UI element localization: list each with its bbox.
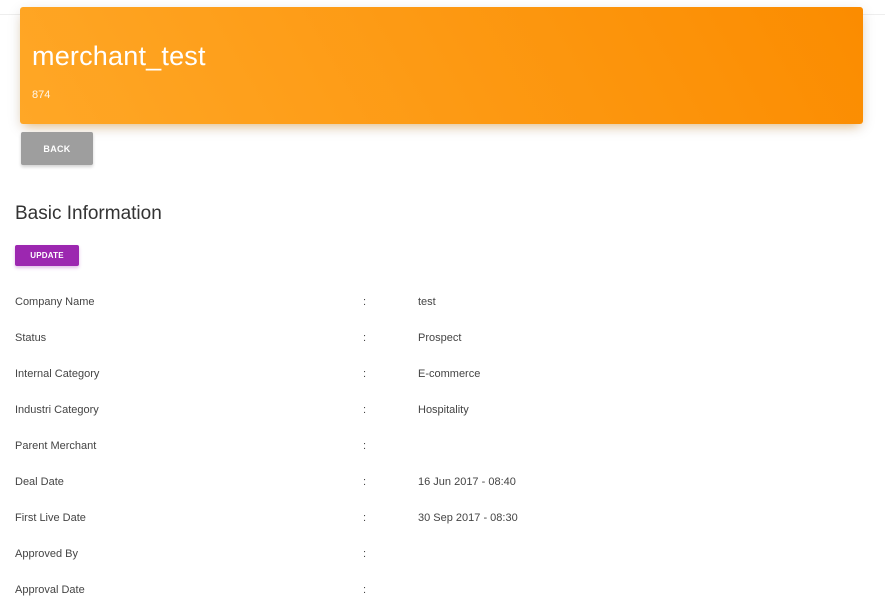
section-title-basic-information: Basic Information [15,203,162,224]
field-separator: : [363,404,367,416]
info-row-first-live-date: First Live Date : 30 Sep 2017 - 08:30 [0,512,885,528]
field-value: 30 Sep 2017 - 08:30 [418,512,518,524]
field-label: Approval Date [15,584,85,596]
field-separator: : [363,368,367,380]
info-row-status: Status : Prospect [0,332,885,348]
update-button[interactable]: UPDATE [15,245,79,266]
field-separator: : [363,476,367,488]
field-separator: : [363,548,367,560]
field-label: Industri Category [15,404,99,416]
field-value: E-commerce [418,368,481,380]
back-button[interactable]: BACK [21,132,93,165]
info-row-parent-merchant: Parent Merchant : [0,440,885,456]
merchant-name-title: merchant_test [32,41,206,71]
field-label: Internal Category [15,368,100,380]
field-separator: : [363,296,367,308]
info-row-industri-category: Industri Category : Hospitality [0,404,885,420]
field-separator: : [363,440,367,452]
field-value: 16 Jun 2017 - 08:40 [418,476,516,488]
field-separator: : [363,512,367,524]
field-value: Hospitality [418,404,469,416]
field-value: Prospect [418,332,462,344]
info-row-internal-category: Internal Category : E-commerce [0,368,885,384]
field-label: Parent Merchant [15,440,97,452]
merchant-header-card: merchant_test 874 [20,7,863,124]
field-label: Approved By [15,548,78,560]
field-label: Deal Date [15,476,64,488]
info-row-company-name: Company Name : test [0,296,885,312]
info-row-approval-date: Approval Date : [0,584,885,600]
field-label: Company Name [15,296,95,308]
info-row-deal-date: Deal Date : 16 Jun 2017 - 08:40 [0,476,885,492]
field-label: First Live Date [15,512,86,524]
info-row-approved-by: Approved By : [0,548,885,564]
field-label: Status [15,332,47,344]
field-separator: : [363,332,367,344]
field-separator: : [363,584,367,596]
merchant-id-subtitle: 874 [32,89,51,101]
field-value: test [418,296,436,308]
